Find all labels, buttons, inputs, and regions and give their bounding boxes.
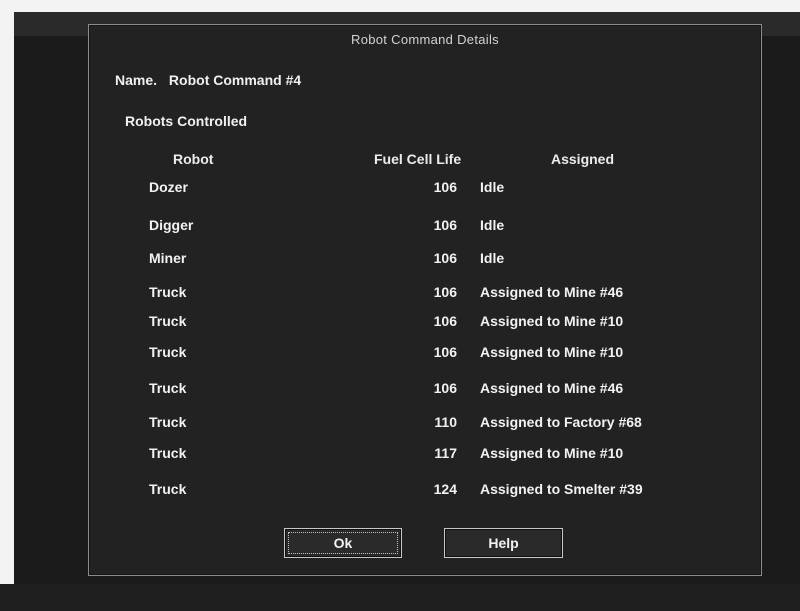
table-row[interactable]: Truck 110 Assigned to Factory #68 xyxy=(89,414,761,436)
robots-table: Dozer 106 Idle Digger 106 Idle Miner 106… xyxy=(89,25,761,575)
table-row[interactable]: Truck 124 Assigned to Smelter #39 xyxy=(89,481,761,503)
fuel-cell-life: 124 xyxy=(433,481,457,497)
robot-name: Digger xyxy=(149,217,194,233)
table-row[interactable]: Dozer 106 Idle xyxy=(89,179,761,201)
assigned-status: Assigned to Mine #10 xyxy=(480,445,624,461)
help-button[interactable]: Help xyxy=(444,528,563,558)
fuel-cell-life: 106 xyxy=(433,284,457,300)
robot-command-details-dialog: Robot Command Details Name. Robot Comman… xyxy=(88,24,762,576)
fuel-cell-life: 106 xyxy=(433,344,457,360)
robot-name: Truck xyxy=(149,344,187,360)
fuel-cell-life: 106 xyxy=(433,179,457,195)
fuel-cell-life: 117 xyxy=(434,445,457,461)
assigned-status: Assigned to Mine #10 xyxy=(480,344,624,360)
fuel-cell-life: 106 xyxy=(433,250,457,266)
robot-name: Truck xyxy=(149,414,187,430)
robot-name: Truck xyxy=(149,481,187,497)
table-row[interactable]: Truck 106 Assigned to Mine #10 xyxy=(89,313,761,335)
assigned-status: Idle xyxy=(480,217,505,233)
fuel-cell-life: 110 xyxy=(434,414,457,430)
table-row[interactable]: Miner 106 Idle xyxy=(89,250,761,272)
robot-name: Truck xyxy=(149,284,187,300)
robot-name: Truck xyxy=(149,445,187,461)
fuel-cell-life: 106 xyxy=(433,380,457,396)
table-row[interactable]: Truck 106 Assigned to Mine #46 xyxy=(89,284,761,306)
bottom-shadow xyxy=(0,584,800,611)
fuel-cell-life: 106 xyxy=(433,217,457,233)
assigned-status: Assigned to Mine #46 xyxy=(480,284,624,300)
assigned-status: Idle xyxy=(480,250,505,266)
robot-name: Dozer xyxy=(149,179,188,195)
ok-button[interactable]: Ok xyxy=(284,528,402,558)
assigned-status: Assigned to Factory #68 xyxy=(480,414,642,430)
robot-name: Miner xyxy=(149,250,187,266)
robot-name: Truck xyxy=(149,380,187,396)
table-row[interactable]: Truck 117 Assigned to Mine #10 xyxy=(89,445,761,467)
table-row[interactable]: Digger 106 Idle xyxy=(89,217,761,239)
fuel-cell-life: 106 xyxy=(433,313,457,329)
assigned-status: Assigned to Smelter #39 xyxy=(480,481,643,497)
assigned-status: Idle xyxy=(480,179,505,195)
assigned-status: Assigned to Mine #10 xyxy=(480,313,624,329)
robot-name: Truck xyxy=(149,313,187,329)
table-row[interactable]: Truck 106 Assigned to Mine #46 xyxy=(89,380,761,402)
table-row[interactable]: Truck 106 Assigned to Mine #10 xyxy=(89,344,761,366)
assigned-status: Assigned to Mine #46 xyxy=(480,380,624,396)
